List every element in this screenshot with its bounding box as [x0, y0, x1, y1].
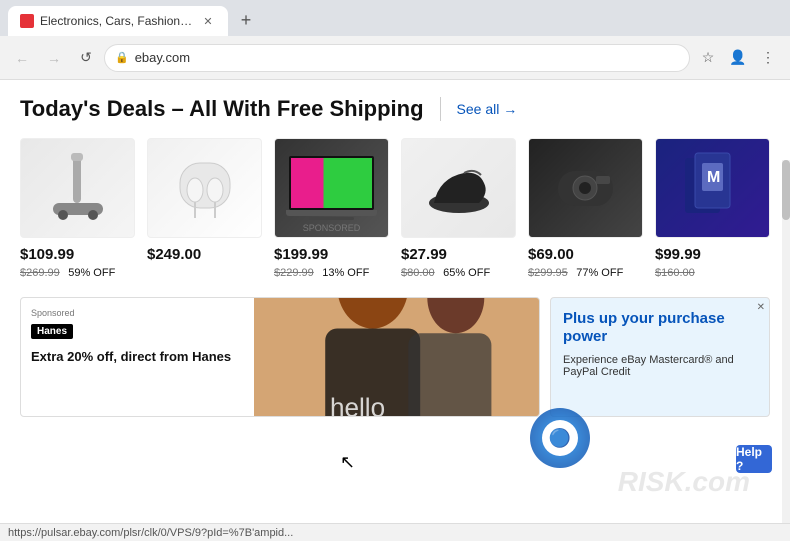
refresh-button[interactable]: ↺: [72, 44, 100, 72]
sponsored-label-laptop: SPONSORED: [303, 223, 361, 233]
status-bar: https://pulsar.ebay.com/plsr/clk/0/VPS/9…: [0, 523, 790, 541]
product-original-cards: $160.00: [655, 267, 695, 279]
browser-frame: Electronics, Cars, Fashion, Collect… ✕ +…: [0, 0, 790, 541]
active-tab[interactable]: Electronics, Cars, Fashion, Collect… ✕: [8, 6, 228, 36]
product-discount-shoes: 65% OFF: [443, 267, 490, 279]
profile-icon[interactable]: 👤: [724, 44, 752, 72]
product-price-cards: $99.99: [655, 246, 770, 263]
product-original-speaker: $299.95: [528, 267, 568, 279]
product-card-laptop[interactable]: SPONSORED $199.99 $229.99 13% OFF: [274, 138, 389, 281]
product-image-cards: M: [655, 138, 770, 238]
scrollbar-thumb[interactable]: [782, 160, 790, 220]
product-card-airpods[interactable]: $249.00: [147, 138, 262, 281]
products-grid: $109.99 $269.99 59% OFF: [20, 138, 770, 281]
forward-button[interactable]: →: [40, 44, 68, 72]
ad-ebay[interactable]: ✕ Plus up your purchase power Experience…: [550, 297, 770, 417]
bookmark-icon[interactable]: ☆: [694, 44, 722, 72]
new-tab-button[interactable]: +: [232, 6, 260, 34]
hanes-logo: Hanes: [31, 324, 73, 339]
deals-title: Today's Deals – All With Free Shipping: [20, 96, 424, 122]
page-content: Today's Deals – All With Free Shipping S…: [0, 80, 790, 523]
toolbar-actions: ☆ 👤 ⋮: [694, 44, 782, 72]
ebay-ad-title: Plus up your purchase power: [563, 310, 757, 346]
product-original-shoes: $80.00: [401, 267, 435, 279]
product-price-shoes: $27.99: [401, 246, 516, 263]
deals-header: Today's Deals – All With Free Shipping S…: [20, 96, 770, 122]
product-card-shoes[interactable]: $27.99 $80.00 65% OFF: [401, 138, 516, 281]
status-text: https://pulsar.ebay.com/plsr/clk/0/VPS/9…: [8, 527, 293, 539]
product-original-vacuum: $269.99: [20, 267, 60, 279]
address-bar[interactable]: 🔒 ebay.com: [104, 44, 690, 72]
svg-text:M: M: [707, 169, 720, 186]
tab-close-button[interactable]: ✕: [200, 13, 216, 29]
product-price-speaker: $69.00: [528, 246, 643, 263]
product-price-airpods: $249.00: [147, 246, 262, 263]
product-image-speaker: [528, 138, 643, 238]
product-image-shoes: [401, 138, 516, 238]
product-card-vacuum[interactable]: $109.99 $269.99 59% OFF: [20, 138, 135, 281]
help-button[interactable]: Help ?: [736, 445, 772, 473]
product-price-vacuum: $109.99: [20, 246, 135, 263]
tab-title: Electronics, Cars, Fashion, Collect…: [40, 14, 194, 28]
lock-icon: 🔒: [115, 51, 129, 64]
pcrisk-watermark: RISK.com: [618, 466, 750, 498]
product-image-laptop: SPONSORED: [274, 138, 389, 238]
ad-hanes[interactable]: Sponsored Hanes Extra 20% off, direct fr…: [20, 297, 540, 417]
hanes-ad-photo: hello: [254, 298, 539, 416]
malware-inner: 🔵: [542, 420, 578, 456]
svg-text:hello: hello: [330, 392, 385, 416]
product-discount-speaker: 77% OFF: [576, 267, 623, 279]
address-text: ebay.com: [135, 50, 679, 65]
scrollbar[interactable]: [782, 160, 790, 523]
ad-close-button[interactable]: ✕: [757, 302, 765, 313]
back-button[interactable]: ←: [8, 44, 36, 72]
malware-icon: 🔵: [530, 408, 590, 468]
deals-separator: [440, 97, 441, 121]
product-image-vacuum: [20, 138, 135, 238]
product-image-airpods: [147, 138, 262, 238]
tab-favicon: [20, 14, 34, 28]
product-card-cards[interactable]: M $99.99 $160.00: [655, 138, 770, 281]
menu-icon[interactable]: ⋮: [754, 44, 782, 72]
see-all-link[interactable]: See all →: [457, 101, 518, 117]
product-price-laptop: $199.99: [274, 246, 389, 263]
cursor: ↖: [340, 452, 355, 473]
tab-bar: Electronics, Cars, Fashion, Collect… ✕ +: [0, 0, 790, 36]
product-original-laptop: $229.99: [274, 267, 314, 279]
ad-section: Sponsored Hanes Extra 20% off, direct fr…: [20, 297, 770, 417]
product-card-speaker[interactable]: $69.00 $299.95 77% OFF: [528, 138, 643, 281]
product-discount-vacuum: 59% OFF: [68, 267, 115, 279]
toolbar: ← → ↺ 🔒 ebay.com ☆ 👤 ⋮: [0, 36, 790, 80]
ebay-ad-subtitle: Experience eBay Mastercard® and PayPal C…: [563, 354, 757, 378]
product-discount-laptop: 13% OFF: [322, 267, 369, 279]
